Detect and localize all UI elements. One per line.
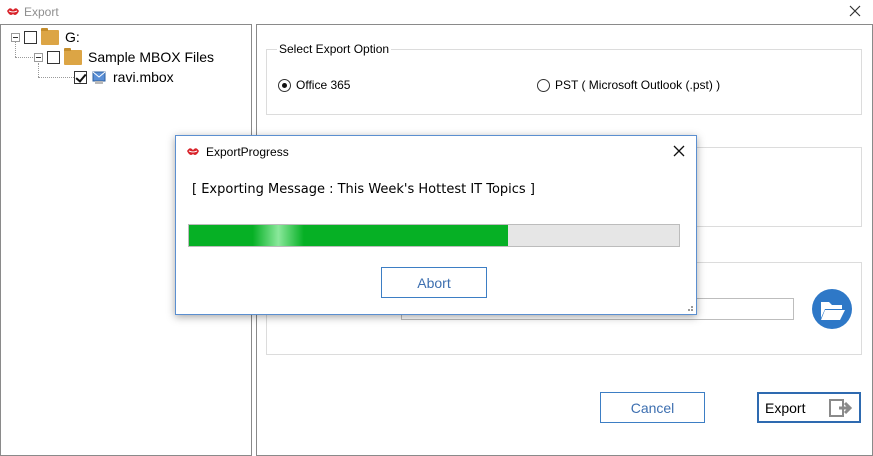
radio-pst-label: PST ( Microsoft Outlook (.pst) ): [555, 78, 721, 92]
tree-node-root[interactable]: G:: [11, 27, 80, 46]
abort-button[interactable]: Abort: [381, 267, 487, 298]
export-button[interactable]: Export: [757, 392, 861, 423]
tree-label-folder: Sample MBOX Files: [88, 49, 215, 65]
progress-message: [ Exporting Message : This Week's Hottes…: [192, 182, 535, 197]
radio-office365[interactable]: Office 365: [278, 78, 350, 92]
radio-pst[interactable]: PST ( Microsoft Outlook (.pst) ): [537, 78, 720, 92]
export-arrow-icon: [829, 399, 853, 417]
progress-bar-fill: [189, 225, 508, 246]
tree-label-file: ravi.mbox: [113, 69, 174, 85]
mbox-file-icon: [92, 71, 106, 84]
radio-pst-button[interactable]: [537, 78, 550, 92]
radio-office365-button[interactable]: [278, 78, 291, 92]
folder-open-icon[interactable]: [811, 288, 853, 330]
cancel-button[interactable]: Cancel: [600, 392, 705, 423]
tree-checkbox-file[interactable]: [74, 70, 87, 84]
export-progress-dialog: ExportProgress [ Exporting Message : Thi…: [175, 135, 697, 315]
export-option-group: Select Export Option Office 365 PST ( Mi…: [266, 42, 862, 115]
export-option-title: Select Export Option: [277, 42, 392, 56]
tree-checkbox-folder[interactable]: [47, 50, 60, 64]
folder-icon: [64, 47, 82, 65]
close-icon[interactable]: [847, 3, 863, 19]
folder-icon: [41, 27, 59, 45]
tree-node-file[interactable]: ravi.mbox: [74, 68, 174, 86]
radio-office365-label: Office 365: [296, 78, 351, 92]
collapse-icon[interactable]: [34, 52, 43, 62]
lips-logo-icon: [187, 148, 199, 155]
dialog-title: ExportProgress: [206, 145, 289, 159]
progress-bar: [188, 224, 680, 247]
tree-node-folder[interactable]: Sample MBOX Files: [34, 47, 215, 66]
lips-logo-icon: [7, 8, 19, 15]
tree-checkbox-root[interactable]: [24, 30, 37, 44]
resize-grip-icon[interactable]: [684, 302, 694, 312]
close-icon[interactable]: [672, 144, 686, 158]
tree-label-root: G:: [65, 29, 80, 45]
export-button-label: Export: [765, 399, 806, 416]
collapse-icon[interactable]: [11, 32, 20, 42]
window-titlebar: Export: [0, 0, 873, 24]
window-title: Export: [24, 5, 59, 19]
